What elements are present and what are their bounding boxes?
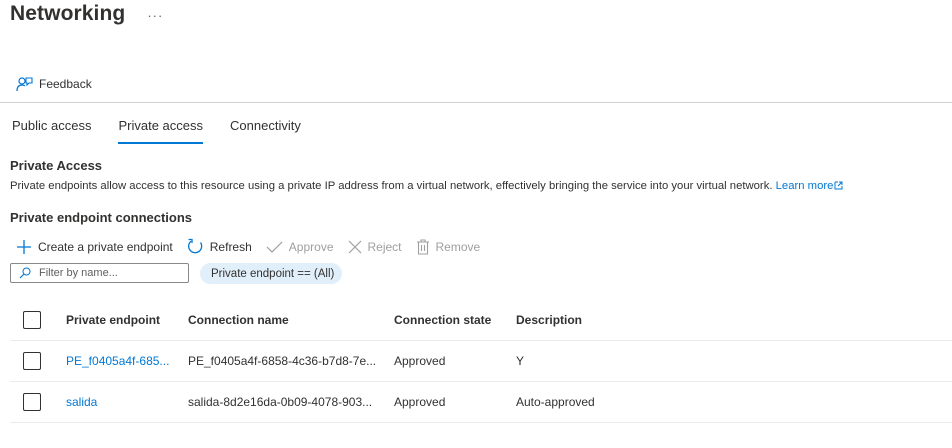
tab-private-access[interactable]: Private access <box>118 118 203 144</box>
page-title: Networking <box>10 2 126 25</box>
row-checkbox[interactable] <box>23 352 41 370</box>
private-access-description: Private endpoints allow access to this r… <box>10 180 843 192</box>
table-row[interactable]: salida salida-8d2e16da-0b09-4078-903... … <box>10 382 952 423</box>
connection-name-cell: salida-8d2e16da-0b09-4078-903... <box>188 395 373 409</box>
feedback-icon <box>16 77 33 92</box>
trash-icon <box>416 238 429 255</box>
divider <box>0 102 952 103</box>
tab-public-access[interactable]: Public access <box>12 118 91 142</box>
refresh-icon <box>187 238 203 254</box>
column-header-private-endpoint[interactable]: Private endpoint <box>66 300 160 340</box>
learn-more-link[interactable]: Learn more <box>776 180 844 192</box>
tab-connectivity[interactable]: Connectivity <box>230 118 301 142</box>
check-icon <box>266 241 283 253</box>
close-icon <box>348 240 361 253</box>
remove-button[interactable]: Remove <box>416 238 481 255</box>
column-header-description[interactable]: Description <box>516 300 582 340</box>
feedback-label: Feedback <box>39 77 92 91</box>
feedback-button[interactable]: Feedback <box>16 76 92 92</box>
learn-more-label: Learn more <box>775 180 834 192</box>
plus-icon <box>17 239 31 254</box>
reject-button[interactable]: Reject <box>348 240 402 254</box>
description-text: Private endpoints allow access to this r… <box>10 180 773 192</box>
approve-button[interactable]: Approve <box>266 240 334 254</box>
connection-state-cell: Approved <box>394 395 446 409</box>
create-private-endpoint-button[interactable]: Create a private endpoint <box>16 239 173 255</box>
external-link-icon <box>834 181 843 190</box>
approve-label: Approve <box>288 239 334 254</box>
connection-state-cell: Approved <box>394 354 446 368</box>
endpoint-filter-pill[interactable]: Private endpoint == (All) <box>200 263 343 284</box>
connection-name-cell: PE_f0405a4f-6858-4c36-b7d8-7e... <box>188 354 377 368</box>
column-header-connection-state[interactable]: Connection state <box>394 300 491 340</box>
refresh-label: Refresh <box>209 239 252 254</box>
connections-toolbar: Create a private endpoint Refresh Approv… <box>16 238 494 255</box>
remove-label: Remove <box>435 239 481 254</box>
description-cell: Y <box>516 354 525 368</box>
table-row[interactable]: PE_f0405a4f-685... PE_f0405a4f-6858-4c36… <box>10 341 952 382</box>
connections-heading: Private endpoint connections <box>10 210 193 225</box>
title-row: Networking ··· <box>10 2 163 26</box>
row-checkbox[interactable] <box>23 393 41 411</box>
endpoint-link[interactable]: PE_f0405a4f-685... <box>66 341 169 381</box>
more-options-button[interactable]: ··· <box>147 8 163 23</box>
select-all-checkbox[interactable] <box>23 311 41 329</box>
create-label: Create a private endpoint <box>38 239 173 254</box>
column-header-connection-name[interactable]: Connection name <box>188 300 289 340</box>
endpoint-link[interactable]: salida <box>66 382 97 422</box>
filter-box[interactable] <box>10 263 189 283</box>
table-header-row: Private endpoint Connection name Connect… <box>10 300 952 341</box>
reject-label: Reject <box>367 239 402 254</box>
description-cell: Auto-approved <box>516 395 595 409</box>
filter-input[interactable] <box>39 267 169 279</box>
private-access-heading: Private Access <box>10 158 103 173</box>
connections-grid: Private endpoint Connection name Connect… <box>10 300 952 423</box>
search-icon <box>19 267 31 279</box>
tab-bar: Public access Private access Connectivit… <box>12 118 328 144</box>
refresh-button[interactable]: Refresh <box>187 238 252 255</box>
